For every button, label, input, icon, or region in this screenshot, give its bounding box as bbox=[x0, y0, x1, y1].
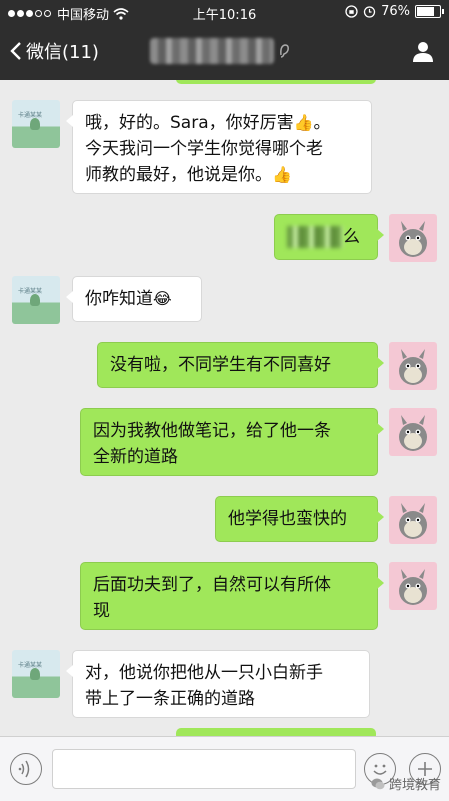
contact-avatar[interactable]: 卡通某某 bbox=[12, 100, 60, 148]
battery-icon bbox=[415, 5, 444, 18]
my-avatar[interactable] bbox=[389, 562, 437, 610]
message-line: 因为我教他做笔记，给了他一条 bbox=[93, 421, 331, 441]
message-text: 么 bbox=[343, 227, 360, 247]
totoro-icon bbox=[399, 503, 427, 539]
message-line: 带上了一条正确的道路 bbox=[85, 689, 255, 709]
back-label: 微信(11) bbox=[26, 42, 99, 63]
message-input[interactable] bbox=[52, 749, 356, 789]
alarm-icon bbox=[363, 6, 376, 18]
mute-ear-icon bbox=[280, 44, 289, 58]
person-icon bbox=[413, 42, 433, 62]
message-bubble[interactable]: 因为我教他做笔记，给了他一条 全新的道路 bbox=[80, 408, 384, 476]
message-text: 他学得也蛮快的 bbox=[228, 509, 347, 529]
previous-message-bubble[interactable] bbox=[176, 80, 376, 84]
orientation-lock-icon bbox=[345, 5, 358, 18]
message-line: 哦，好的。Sara，你好厉害 bbox=[85, 113, 294, 133]
totoro-icon bbox=[399, 415, 427, 451]
totoro-icon bbox=[399, 569, 427, 605]
chat-area[interactable]: 卡通某某 哦，好的。Sara，你好厉害👍。 今天我问一个学生你觉得哪个老 师教的… bbox=[0, 80, 449, 736]
totoro-icon bbox=[399, 349, 427, 385]
back-button[interactable]: 微信(11) bbox=[10, 38, 99, 64]
contact-avatar[interactable]: 卡通某某 bbox=[12, 650, 60, 698]
watermark: 跨境教育 bbox=[371, 774, 441, 793]
message-bubble[interactable]: 哦，好的。Sara，你好厉害👍。 今天我问一个学生你觉得哪个老 师教的最好，他说… bbox=[66, 100, 372, 194]
chevron-left-icon bbox=[10, 42, 21, 60]
status-bar: 中国移动 上午10:16 76% bbox=[0, 0, 449, 24]
message-line: 师教的最好，他说是你。 bbox=[85, 165, 272, 185]
message-bubble[interactable]: 你咋知道😂 bbox=[66, 276, 202, 322]
message-bubble[interactable]: 后面功夫到了，自然可以有所体 现 bbox=[80, 562, 384, 630]
wechat-logo-icon bbox=[371, 778, 385, 789]
message-line: 对，他说你把他从一只小白新手 bbox=[85, 663, 323, 683]
message-bubble[interactable]: 对，他说你把他从一只小白新手 带上了一条正确的道路 bbox=[66, 650, 370, 718]
thumbs-up-icon: 👍 bbox=[272, 165, 292, 184]
message-bubble[interactable]: 没有啦，不同学生有不同喜好 bbox=[97, 342, 384, 388]
message-line: 全新的道路 bbox=[93, 447, 178, 467]
message-line: 后面功夫到了，自然可以有所体 bbox=[93, 575, 331, 595]
next-message-bubble[interactable] bbox=[176, 728, 376, 736]
voice-button[interactable] bbox=[10, 753, 42, 785]
message-text: 没有啦，不同学生有不同喜好 bbox=[110, 355, 331, 375]
redacted-text bbox=[287, 226, 343, 248]
my-avatar[interactable] bbox=[389, 214, 437, 262]
input-bar: 跨境教育 bbox=[0, 736, 449, 801]
redacted-contact-name bbox=[150, 38, 274, 64]
message-bubble[interactable]: 么 bbox=[274, 214, 384, 260]
battery-percent: 76% bbox=[381, 4, 410, 19]
my-avatar[interactable] bbox=[389, 342, 437, 390]
contact-avatar[interactable]: 卡通某某 bbox=[12, 276, 60, 324]
thumbs-up-icon: 👍 bbox=[293, 113, 314, 132]
message-line: 今天我问一个学生你觉得哪个老 bbox=[85, 139, 323, 159]
laughing-emoji-icon: 😂 bbox=[153, 289, 172, 308]
watermark-text: 跨境教育 bbox=[388, 778, 441, 793]
status-right-group: 76% bbox=[345, 4, 444, 19]
message-text: 你咋知道 bbox=[85, 289, 153, 309]
message-line: 现 bbox=[93, 601, 110, 621]
voice-icon bbox=[18, 760, 30, 778]
nav-bar: 微信(11) bbox=[0, 24, 449, 80]
contact-profile-button[interactable] bbox=[411, 39, 435, 67]
totoro-icon bbox=[399, 221, 427, 257]
message-bubble[interactable]: 他学得也蛮快的 bbox=[215, 496, 384, 542]
my-avatar[interactable] bbox=[389, 496, 437, 544]
my-avatar[interactable] bbox=[389, 408, 437, 456]
chat-title bbox=[150, 38, 290, 64]
